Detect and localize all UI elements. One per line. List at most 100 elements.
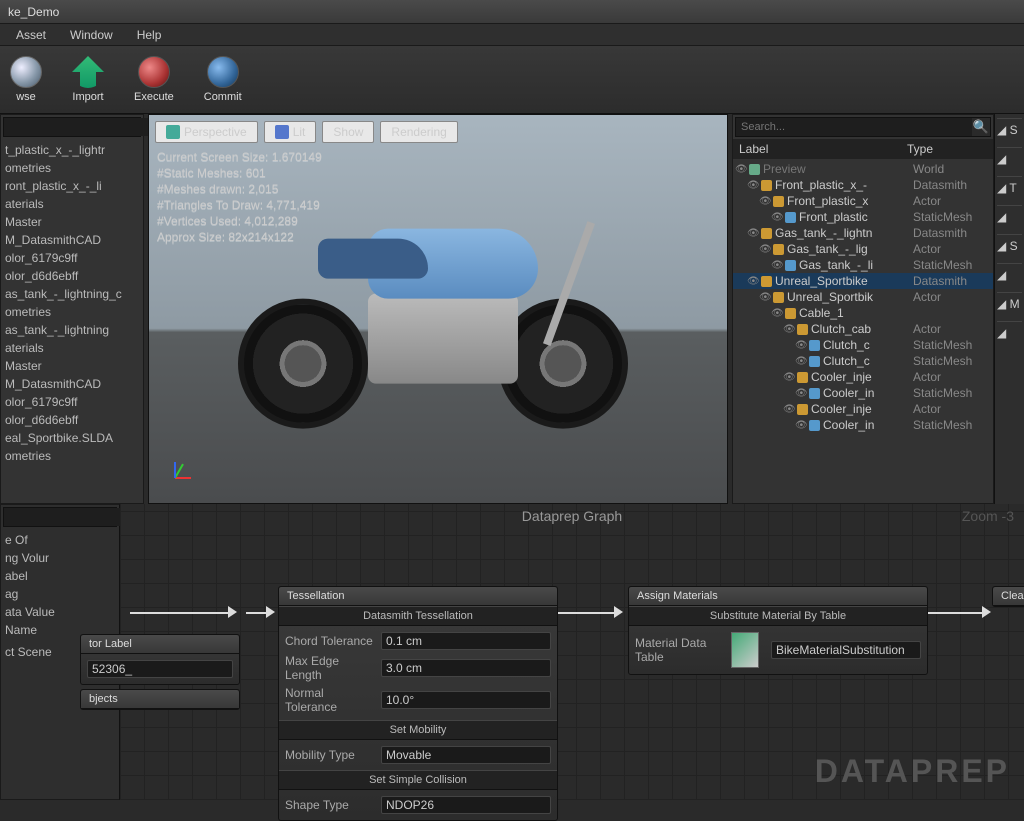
node-assign-materials[interactable]: Assign Materials Substitute Material By …	[628, 586, 928, 675]
browse-button[interactable]: wse	[4, 52, 48, 107]
node-cleanup[interactable]: Cleanup	[992, 586, 1024, 607]
node-tessellation[interactable]: Tessellation Datasmith Tessellation Chor…	[278, 586, 558, 821]
chord-tolerance-input[interactable]: 0.1 cm	[381, 632, 551, 650]
filter-row[interactable]: ng Volur	[1, 549, 119, 567]
visibility-icon[interactable]: 👁	[783, 324, 797, 335]
tree-row[interactable]: olor_6179c9ff	[1, 249, 143, 267]
tree-row[interactable]: aterials	[1, 195, 143, 213]
node-header[interactable]: tor Label	[81, 635, 239, 654]
filter-row[interactable]: abel	[1, 567, 119, 585]
filter-row[interactable]: ata Value	[1, 603, 119, 621]
outliner-row[interactable]: 👁Cooler_inStaticMesh	[733, 417, 993, 433]
outliner-row[interactable]: 👁Unreal_SportbikActor	[733, 289, 993, 305]
node-header[interactable]: Cleanup	[993, 587, 1024, 606]
normal-tol-input[interactable]: 10.0°	[381, 691, 551, 709]
visibility-icon[interactable]: 👁	[795, 420, 809, 431]
outliner-row[interactable]: 👁Clutch_cStaticMesh	[733, 337, 993, 353]
max-edge-input[interactable]: 3.0 cm	[381, 659, 551, 677]
outliner-row[interactable]: 👁Unreal_SportbikeDatasmith	[733, 273, 993, 289]
outliner-row[interactable]: 👁Cooler_injeActor	[733, 401, 993, 417]
label-value[interactable]: 52306_	[87, 660, 233, 678]
filter-row[interactable]: ag	[1, 585, 119, 603]
outliner-row[interactable]: 👁Front_plasticStaticMesh	[733, 209, 993, 225]
tree-row[interactable]: ront_plastic_x_-_li	[1, 177, 143, 195]
outliner-row[interactable]: 👁Cooler_inStaticMesh	[733, 385, 993, 401]
visibility-icon[interactable]: 👁	[795, 340, 809, 351]
visibility-icon[interactable]: 👁	[795, 356, 809, 367]
tree-row[interactable]: eal_Sportbike.SLDA	[1, 429, 143, 447]
outliner-row[interactable]: 👁Front_plastic_x_-Datasmith	[733, 177, 993, 193]
detail-section[interactable]: ◢	[997, 263, 1022, 282]
mobility-select[interactable]: Movable	[381, 746, 551, 764]
node-header[interactable]: Tessellation	[279, 587, 557, 606]
outliner-row[interactable]: 👁Cable_1	[733, 305, 993, 321]
material-table-select[interactable]: BikeMaterialSubstitution	[771, 641, 921, 659]
tree-row[interactable]: aterials	[1, 339, 143, 357]
tree-row[interactable]: t_plastic_x_-_lightr	[1, 141, 143, 159]
menu-window[interactable]: Window	[58, 26, 125, 44]
outliner-row[interactable]: 👁Gas_tank_-_lightnDatasmith	[733, 225, 993, 241]
dataprep-graph[interactable]: Dataprep Graph Zoom -3 DATAPREP tor Labe…	[120, 504, 1024, 800]
asset-search-input[interactable]	[4, 118, 156, 136]
detail-section[interactable]: ◢ S	[997, 234, 1022, 253]
execute-button[interactable]: Execute	[128, 52, 180, 107]
import-button[interactable]: Import	[66, 52, 110, 107]
detail-section[interactable]: ◢ M	[997, 292, 1022, 311]
node-objects[interactable]: bjects	[80, 689, 240, 710]
tree-row[interactable]: olor_d6d6ebff	[1, 267, 143, 285]
viewport[interactable]: Perspective Lit Show Rendering Current S…	[148, 114, 728, 504]
outliner-row[interactable]: 👁Gas_tank_-_ligActor	[733, 241, 993, 257]
col-label[interactable]: Label	[739, 142, 907, 156]
node-header[interactable]: bjects	[81, 690, 239, 709]
tree-row[interactable]: ometries	[1, 303, 143, 321]
outliner-row[interactable]: 👁Gas_tank_-_liStaticMesh	[733, 257, 993, 273]
tree-row[interactable]: as_tank_-_lightning	[1, 321, 143, 339]
detail-section[interactable]: ◢ S	[997, 118, 1022, 137]
visibility-icon[interactable]: 👁	[735, 164, 749, 175]
visibility-icon[interactable]: 👁	[771, 308, 785, 319]
visibility-icon[interactable]: 👁	[759, 292, 773, 303]
visibility-icon[interactable]: 👁	[747, 180, 761, 191]
tree-row[interactable]: as_tank_-_lightning_c	[1, 285, 143, 303]
outliner-row[interactable]: 👁Clutch_cabActor	[733, 321, 993, 337]
outliner-row[interactable]: 👁Front_plastic_xActor	[733, 193, 993, 209]
asset-search[interactable]: 🔍	[3, 117, 141, 137]
outliner-row[interactable]: 👁Clutch_cStaticMesh	[733, 353, 993, 369]
tree-row[interactable]: Master	[1, 213, 143, 231]
detail-section[interactable]: ◢ T	[997, 176, 1022, 195]
filter-search[interactable]: 🔍	[3, 507, 117, 527]
lit-button[interactable]: Lit	[264, 121, 317, 143]
node-actor-label[interactable]: tor Label 52306_	[80, 634, 240, 685]
shape-type-select[interactable]: NDOP26	[381, 796, 551, 814]
visibility-icon[interactable]: 👁	[771, 260, 785, 271]
tree-row[interactable]: olor_d6d6ebff	[1, 411, 143, 429]
visibility-icon[interactable]: 👁	[795, 388, 809, 399]
visibility-icon[interactable]: 👁	[783, 404, 797, 415]
outliner-search-input[interactable]	[736, 118, 972, 136]
tree-row[interactable]: olor_6179c9ff	[1, 393, 143, 411]
tree-row[interactable]: M_DatasmithCAD	[1, 375, 143, 393]
tree-row[interactable]: Master	[1, 357, 143, 375]
visibility-icon[interactable]: 👁	[783, 372, 797, 383]
perspective-button[interactable]: Perspective	[155, 121, 258, 143]
visibility-icon[interactable]: 👁	[747, 228, 761, 239]
tree-row[interactable]: M_DatasmithCAD	[1, 231, 143, 249]
outliner-rows[interactable]: 👁PreviewWorld👁Front_plastic_x_-Datasmith…	[733, 159, 993, 503]
node-header[interactable]: Assign Materials	[629, 587, 927, 606]
outliner-search[interactable]: 🔍	[735, 117, 991, 137]
outliner-header[interactable]: Label Type	[733, 139, 993, 159]
filter-row[interactable]: e Of	[1, 531, 119, 549]
menu-help[interactable]: Help	[125, 26, 174, 44]
detail-section[interactable]: ◢	[997, 321, 1022, 340]
rendering-button[interactable]: Rendering	[380, 121, 457, 143]
outliner-row[interactable]: 👁PreviewWorld	[733, 161, 993, 177]
asset-tree[interactable]: t_plastic_x_-_lightr ometries ront_plastic…	[1, 139, 143, 503]
show-button[interactable]: Show	[322, 121, 374, 143]
menu-asset[interactable]: Asset	[4, 26, 58, 44]
visibility-icon[interactable]: 👁	[759, 196, 773, 207]
detail-section[interactable]: ◢	[997, 205, 1022, 224]
tree-row[interactable]: ometries	[1, 447, 143, 465]
visibility-icon[interactable]: 👁	[771, 212, 785, 223]
visibility-icon[interactable]: 👁	[759, 244, 773, 255]
outliner-row[interactable]: 👁Cooler_injeActor	[733, 369, 993, 385]
